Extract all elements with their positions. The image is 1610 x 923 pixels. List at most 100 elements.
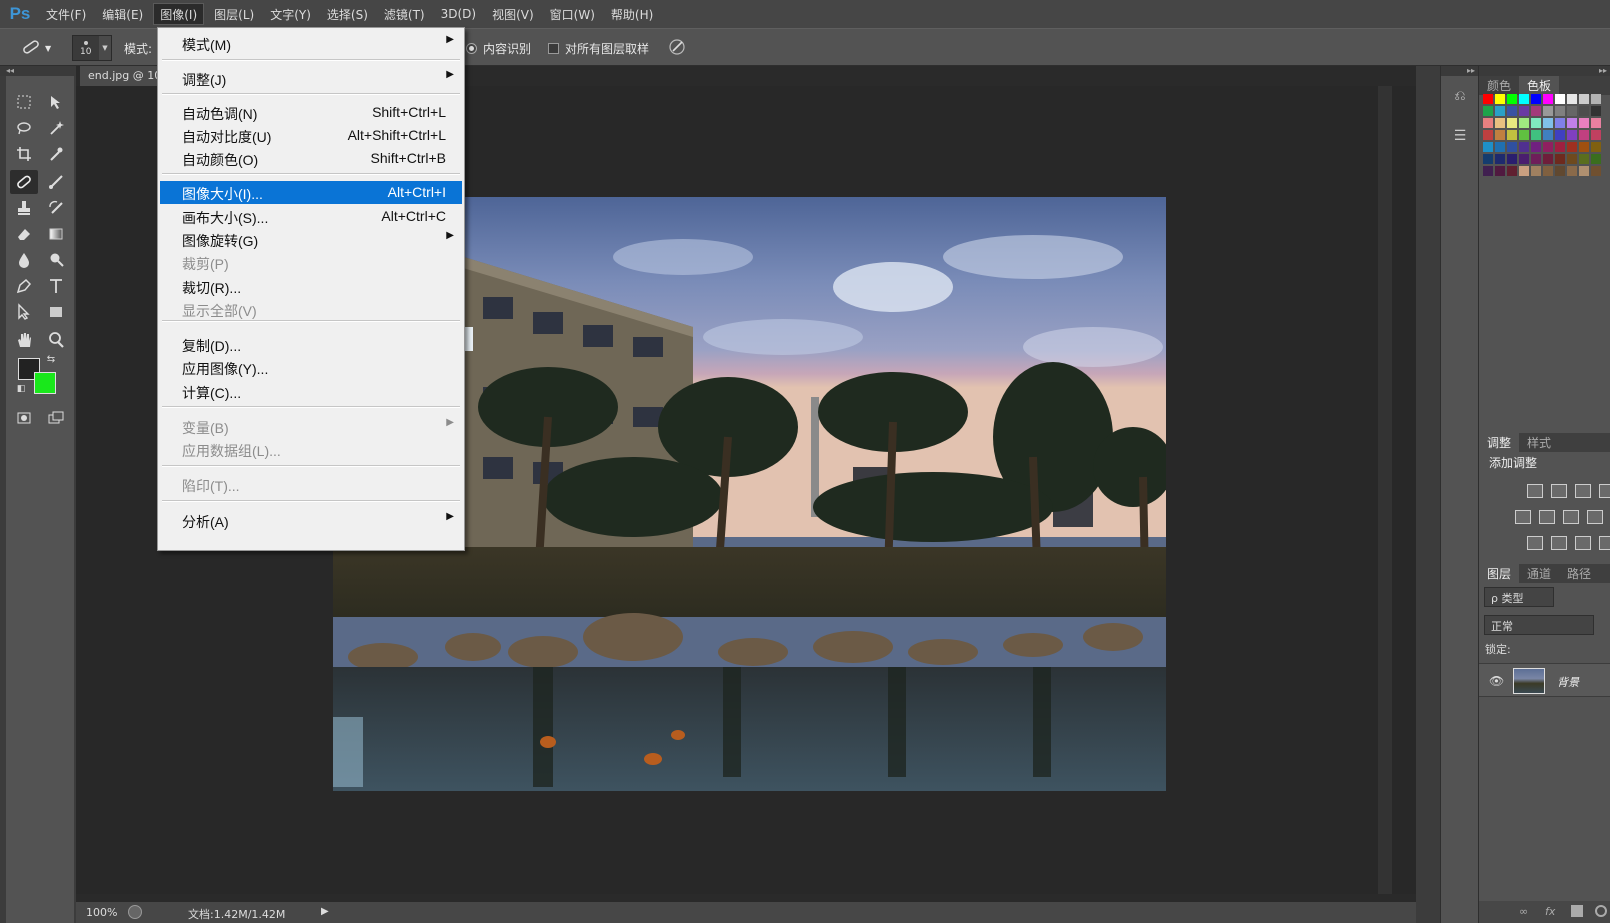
tab-swatches[interactable]: 色板 <box>1519 76 1560 95</box>
color-swatch[interactable] <box>1519 118 1529 128</box>
layer-name[interactable]: 背景 <box>1557 674 1579 690</box>
color-swatch[interactable] <box>1579 94 1589 104</box>
eye-icon[interactable]: 👁 <box>1489 674 1504 688</box>
menu-item[interactable]: 复制(D)... <box>160 333 462 356</box>
history-brush-tool-icon[interactable] <box>42 196 70 220</box>
menu-help[interactable]: 帮助(H) <box>605 3 659 25</box>
color-swatch[interactable] <box>1495 106 1505 116</box>
color-swatch[interactable] <box>1495 118 1505 128</box>
menu-item[interactable]: 图像旋转(G) ▶ <box>160 228 462 251</box>
color-swatch[interactable] <box>1495 154 1505 164</box>
color-swatch[interactable] <box>1543 94 1553 104</box>
pressure-brush-button[interactable] <box>668 29 686 67</box>
clone-stamp-tool-icon[interactable] <box>10 196 38 220</box>
color-swatch[interactable] <box>1579 154 1589 164</box>
color-swatch[interactable] <box>1543 118 1553 128</box>
color-swatch[interactable] <box>1495 166 1505 176</box>
swap-colors-icon[interactable]: ⇆ <box>44 352 58 366</box>
eraser-tool-icon[interactable] <box>10 222 38 246</box>
tab-paths[interactable]: 路径 <box>1559 564 1599 583</box>
tab-layers[interactable]: 图层 <box>1479 564 1520 583</box>
tab-color[interactable]: 颜色 <box>1479 76 1519 95</box>
menu-layer[interactable]: 图层(L) <box>208 3 260 25</box>
color-swatch[interactable] <box>1531 166 1541 176</box>
color-swatch[interactable] <box>1591 106 1601 116</box>
color-swatch[interactable] <box>1483 118 1493 128</box>
magic-wand-tool-icon[interactable] <box>42 116 70 140</box>
color-swatch[interactable] <box>1555 106 1565 116</box>
color-swatch[interactable] <box>1567 94 1577 104</box>
color-swatch[interactable] <box>1543 130 1553 140</box>
zoom-tool-icon[interactable] <box>42 328 70 352</box>
layer-filter-select[interactable]: ρ 类型 <box>1484 587 1554 607</box>
color-swatch[interactable] <box>1531 118 1541 128</box>
menu-item[interactable]: 图像大小(I)... Alt+Ctrl+I <box>160 181 462 204</box>
color-swatch[interactable] <box>1555 142 1565 152</box>
gradient-map-adjust-icon[interactable] <box>1599 536 1610 550</box>
color-swatch[interactable] <box>1543 106 1553 116</box>
color-swatch[interactable] <box>1495 94 1505 104</box>
color-swatch[interactable] <box>1519 94 1529 104</box>
color-swatch[interactable] <box>1591 118 1601 128</box>
color-swatch[interactable] <box>1567 154 1577 164</box>
link-layers-icon[interactable]: ∞ <box>1519 905 1528 918</box>
color-swatch[interactable] <box>1507 166 1517 176</box>
menu-item[interactable]: 应用图像(Y)... <box>160 356 462 379</box>
pen-tool-icon[interactable] <box>10 274 38 298</box>
eyedropper-tool-icon[interactable] <box>42 142 70 166</box>
color-swatch[interactable] <box>1567 130 1577 140</box>
gradient-tool-icon[interactable] <box>42 222 70 246</box>
menu-item[interactable]: 裁切(R)... <box>160 275 462 298</box>
sample-all-checkbox[interactable] <box>548 42 559 54</box>
menu-3d[interactable]: 3D(D) <box>435 3 482 25</box>
color-swatch[interactable] <box>1519 154 1529 164</box>
spot-healing-tool-icon[interactable] <box>10 170 38 194</box>
menu-item[interactable]: 自动色调(N) Shift+Ctrl+L <box>160 101 462 124</box>
color-swatch[interactable] <box>1519 166 1529 176</box>
color-swatch[interactable] <box>1483 94 1493 104</box>
color-swatch[interactable] <box>1543 166 1553 176</box>
color-swatch[interactable] <box>1507 118 1517 128</box>
color-swatch[interactable] <box>1519 106 1529 116</box>
brush-size-picker[interactable]: 10 ▼ <box>72 29 112 67</box>
color-swatch[interactable] <box>1555 154 1565 164</box>
color-swatch[interactable] <box>1483 154 1493 164</box>
menu-item[interactable]: 调整(J) ▶ <box>160 67 462 90</box>
menu-file[interactable]: 文件(F) <box>40 3 92 25</box>
menu-item[interactable]: 自动颜色(O) Shift+Ctrl+B <box>160 147 462 170</box>
menu-view[interactable]: 视图(V) <box>486 3 540 25</box>
screen-mode-icon[interactable] <box>42 406 70 430</box>
sample-all-option[interactable]: 对所有图层取样 <box>548 29 649 67</box>
color-swatch[interactable] <box>1579 130 1589 140</box>
color-swatch[interactable] <box>1531 94 1541 104</box>
color-swatch[interactable] <box>1555 130 1565 140</box>
color-swatch[interactable] <box>1555 94 1565 104</box>
fx-icon[interactable]: fx <box>1545 905 1555 918</box>
type-tool-icon[interactable] <box>42 274 70 298</box>
blur-tool-icon[interactable] <box>10 248 38 272</box>
color-swatch[interactable] <box>1507 106 1517 116</box>
color-swatch[interactable] <box>1495 142 1505 152</box>
menu-edit[interactable]: 编辑(E) <box>96 3 149 25</box>
hue-adjust-icon[interactable] <box>1515 510 1531 524</box>
zoom-level[interactable]: 100% <box>86 906 117 919</box>
color-swatch[interactable] <box>1567 106 1577 116</box>
color-swatch[interactable] <box>1483 106 1493 116</box>
quick-mask-icon[interactable] <box>10 406 38 430</box>
levels-adjust-icon[interactable] <box>1551 484 1567 498</box>
layer-row[interactable]: 👁 背景 <box>1479 663 1610 697</box>
color-swatch[interactable] <box>1507 94 1517 104</box>
color-swatch[interactable] <box>1507 154 1517 164</box>
color-swatch[interactable] <box>1543 142 1553 152</box>
posterize-adjust-icon[interactable] <box>1551 536 1567 550</box>
lasso-tool-icon[interactable] <box>10 116 38 140</box>
color-swatch[interactable] <box>1531 106 1541 116</box>
background-color-swatch[interactable] <box>34 372 56 394</box>
color-swatch[interactable] <box>1519 130 1529 140</box>
menu-item[interactable]: 画布大小(S)... Alt+Ctrl+C <box>160 205 462 228</box>
brush-tool-icon[interactable] <box>42 170 70 194</box>
menu-item[interactable]: 分析(A) ▶ <box>160 509 462 532</box>
color-swatch[interactable] <box>1483 166 1493 176</box>
panel-collapse-button[interactable]: ▸▸ <box>1479 66 1610 76</box>
invert-adjust-icon[interactable] <box>1527 536 1543 550</box>
